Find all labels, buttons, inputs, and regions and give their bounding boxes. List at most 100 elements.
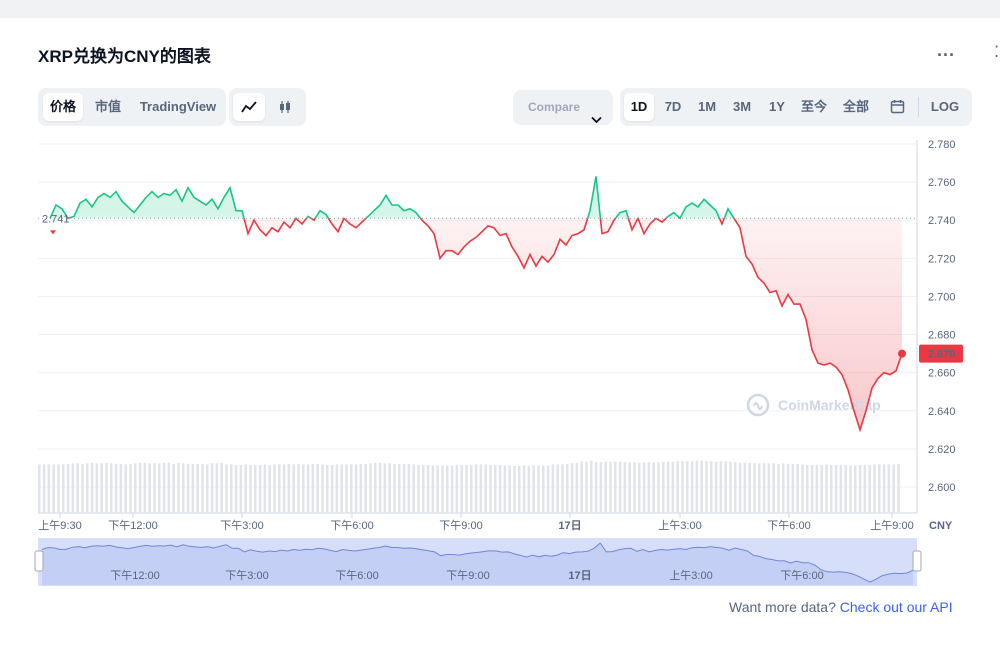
volume-bar (134, 463, 137, 513)
volume-bar (796, 463, 799, 513)
baseline-marker-icon (50, 230, 56, 235)
volume-bar (52, 464, 55, 513)
api-link[interactable]: Check out our API (840, 599, 953, 615)
volume-bar (422, 464, 425, 513)
navigator-tick-label: 下午3:00 (225, 569, 268, 582)
y-tick-label: 2.600 (928, 482, 956, 494)
volume-bar (561, 464, 564, 513)
volume-bar (210, 463, 214, 513)
volume-bar (350, 464, 353, 513)
volume-bar (148, 463, 151, 513)
navigator-right-handle[interactable] (912, 550, 922, 572)
footer-note: Want more data? Check out our API (729, 599, 953, 615)
volume-bar (321, 464, 324, 513)
volume-bar (249, 464, 252, 513)
volume-bar (762, 463, 766, 513)
volume-bar (882, 464, 886, 513)
volume-bar (138, 462, 142, 513)
range-navigator[interactable]: 下午12:00 下午3:00 下午6:00 下午9:00 17日 上午3:00 下午6:00 (34, 538, 922, 586)
navigator-tick-label: 下午9:00 (446, 569, 489, 582)
volume-bar (887, 464, 891, 513)
volume-bar (450, 465, 454, 513)
x-tick-label: 上午3:00 (658, 519, 701, 532)
volume-bar (849, 465, 852, 513)
volume-bar (801, 464, 804, 513)
volume-bar (388, 463, 391, 513)
watermark: CoinMarketCap (746, 393, 881, 417)
volume-bar (86, 463, 89, 513)
volume-bar (590, 460, 593, 513)
volume-bar (513, 466, 516, 513)
volume-bar (110, 463, 113, 513)
volume-bar (873, 464, 876, 513)
volume-bar (662, 461, 665, 513)
x-tick-label: 下午3:00 (220, 519, 263, 532)
volume-bar (522, 465, 526, 513)
volume-bar (225, 464, 228, 513)
volume-bar (594, 462, 598, 513)
y-tick-label: 2.760 (928, 177, 956, 189)
volume-bar (719, 461, 723, 513)
volume-bar (263, 464, 267, 513)
volume-bar (892, 464, 895, 513)
volume-bar (302, 464, 305, 513)
volume-bar (71, 463, 75, 513)
volume-bar (62, 464, 65, 513)
volume-bar (153, 463, 156, 513)
volume-bar (570, 463, 574, 513)
volume-bar (614, 461, 617, 513)
volume-bar (330, 464, 334, 513)
volume-bar (38, 464, 41, 513)
volume-bar (815, 464, 819, 513)
volume-bar (681, 461, 684, 513)
y-tick-label: 2.640 (928, 406, 956, 418)
volume-bar (623, 462, 627, 513)
volume-bar (431, 465, 435, 513)
volume-bar (575, 462, 579, 513)
volume-bar (863, 464, 867, 513)
volume-bar (254, 464, 257, 513)
volume-bar (417, 464, 420, 513)
volume-bar (258, 464, 262, 513)
volume-bar (782, 463, 785, 513)
volume-bar (297, 463, 300, 513)
volume-bar (556, 464, 559, 513)
volume-bar (498, 464, 502, 513)
navigator-tick-label: 下午12:00 (110, 569, 160, 582)
volume-bar (119, 463, 123, 513)
navigator-tick-label: 上午3:00 (669, 569, 712, 582)
volume-bar (714, 461, 718, 513)
volume-bar (484, 464, 487, 513)
volume-bar (806, 464, 809, 513)
volume-bar (743, 462, 747, 513)
volume-bar (143, 462, 147, 513)
volume-bar (95, 463, 99, 513)
volume-bar (402, 463, 406, 513)
volume-bar (791, 463, 795, 513)
volume-bar (599, 462, 603, 513)
baseline-label: 2.741 (42, 213, 70, 225)
navigator-left-handle[interactable] (34, 550, 44, 572)
volume-bar (695, 460, 699, 513)
volume-bar (162, 462, 166, 513)
volume-bar (359, 463, 363, 513)
volume-bar (172, 463, 175, 513)
x-tick-label: 上午9:00 (870, 519, 913, 532)
volume-bar (551, 464, 555, 513)
volume-bar (729, 461, 732, 513)
y-tick-label: 2.780 (928, 139, 956, 151)
volume-bar (470, 464, 473, 513)
volume-bar (316, 463, 319, 513)
x-tick-label: 上午9:30 (38, 519, 81, 532)
volume-bar (705, 461, 708, 513)
volume-bar (738, 462, 742, 513)
volume-bar (820, 464, 823, 513)
x-tick-label: 下午12:00 (108, 519, 158, 532)
volume-bar (854, 465, 857, 513)
volume-bar (710, 461, 713, 513)
volume-bar (407, 463, 411, 513)
volume-bar (767, 463, 771, 513)
volume-bar (489, 464, 492, 513)
volume-bar (182, 463, 185, 513)
y-tick-label: 2.620 (928, 444, 956, 456)
